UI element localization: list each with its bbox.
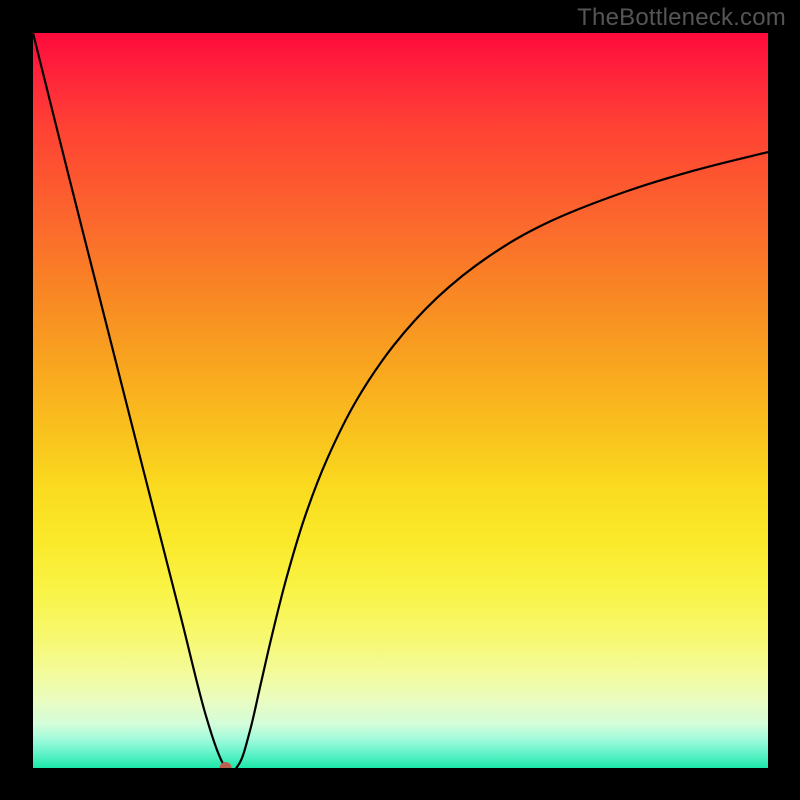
watermark-text: TheBottleneck.com — [577, 4, 786, 32]
bottleneck-curve — [33, 33, 768, 768]
chart-plot-area — [33, 33, 768, 768]
optimal-point-marker — [220, 762, 232, 768]
bottleneck-chart-svg — [33, 33, 768, 768]
